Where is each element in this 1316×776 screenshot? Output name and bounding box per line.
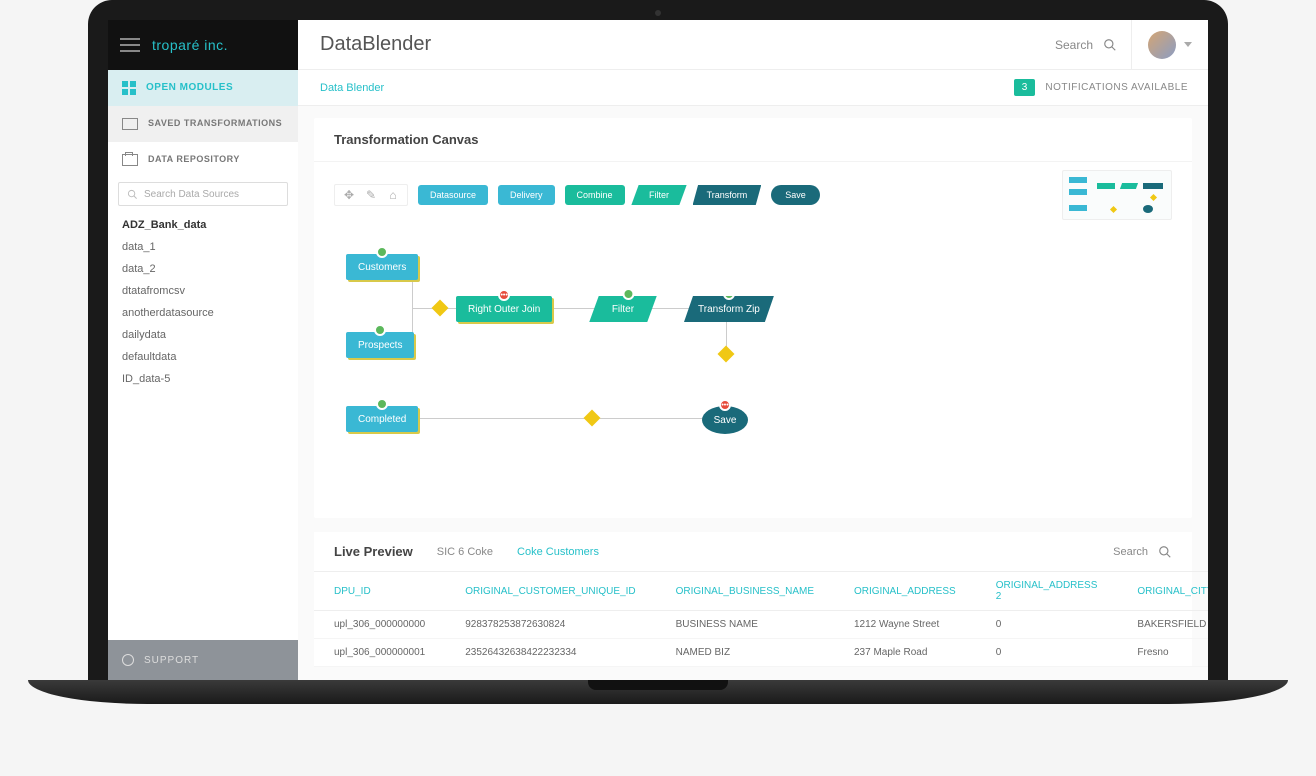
search-icon <box>1103 38 1117 52</box>
preview-title: Live Preview <box>334 544 413 559</box>
check-icon <box>623 288 635 300</box>
brand-logo: troparé inc. <box>152 37 228 53</box>
canvas-toolbar: ✥ ✎ ⌂ Datasource Delivery Combine Filter… <box>314 162 1192 228</box>
node-customers[interactable]: Customers <box>346 254 418 280</box>
bulb-icon <box>122 654 134 666</box>
col-header[interactable]: ORIGINAL_ADDRESS 2 <box>976 572 1118 611</box>
canvas-title: Transformation Canvas <box>314 118 1192 162</box>
notification-label: NOTIFICATIONS AVAILABLE <box>1045 82 1188 93</box>
preview-header: Live Preview SIC 6 Coke Coke Customers S… <box>314 532 1192 571</box>
toolbar-datasource[interactable]: Datasource <box>418 185 488 205</box>
node-completed[interactable]: Completed <box>346 406 418 432</box>
preview-search[interactable]: Search <box>1113 545 1172 559</box>
support-button[interactable]: SUPPORT <box>108 640 298 680</box>
data-item[interactable]: ADZ_Bank_data <box>122 214 284 236</box>
repo-label: DATA REPOSITORY <box>148 154 240 166</box>
open-modules-button[interactable]: OPEN MODULES <box>108 70 298 106</box>
home-icon[interactable]: ⌂ <box>387 189 399 201</box>
transformation-graph[interactable]: Customers Prospects Completed <box>314 228 1192 518</box>
subheader: OPEN MODULES Data Blender 3 NOTIFICATION… <box>108 70 1208 106</box>
table-row[interactable]: upl_306_000000000 928378253872630824 BUS… <box>314 611 1208 639</box>
preview-card: Live Preview SIC 6 Coke Coke Customers S… <box>314 532 1192 667</box>
move-icon[interactable]: ✥ <box>343 189 355 201</box>
saved-transformations-section[interactable]: SAVED TRANSFORMATIONS <box>108 106 298 142</box>
menu-icon[interactable] <box>120 38 140 52</box>
canvas-card: Transformation Canvas ✥ ✎ ⌂ Datasource D… <box>314 118 1192 518</box>
check-icon <box>376 398 388 410</box>
user-menu[interactable] <box>1131 20 1208 69</box>
global-search[interactable]: Search <box>1055 38 1131 52</box>
node-prospects[interactable]: Prospects <box>346 332 414 358</box>
diamond-connector <box>432 300 449 317</box>
toolbar-transform[interactable]: Transform <box>693 185 762 205</box>
page-title: DataBlender <box>298 33 1055 56</box>
data-item[interactable]: data_1 <box>122 236 284 258</box>
toolbar-delivery[interactable]: Delivery <box>498 185 555 205</box>
data-item[interactable]: defaultdata <box>122 346 284 368</box>
folder-icon <box>122 154 138 166</box>
data-search-input[interactable]: Search Data Sources <box>118 182 288 206</box>
node-filter[interactable]: Filter <box>589 296 657 322</box>
save-icon <box>122 118 138 130</box>
table-row[interactable]: upl_306_000000001 23526432638422232334 N… <box>314 639 1208 667</box>
check-icon <box>376 246 388 258</box>
toolbar-save[interactable]: Save <box>771 185 820 205</box>
notification-count: 3 <box>1014 79 1036 96</box>
diamond-connector <box>584 410 601 427</box>
chevron-down-icon <box>1184 42 1192 47</box>
preview-tab-2[interactable]: Coke Customers <box>517 546 599 558</box>
preview-table: DPU_ID ORIGINAL_CUSTOMER_UNIQUE_ID ORIGI… <box>314 571 1208 667</box>
data-item[interactable]: ID_data-5 <box>122 368 284 390</box>
edit-icon[interactable]: ✎ <box>365 189 377 201</box>
col-header[interactable]: DPU_ID <box>314 572 445 611</box>
search-icon <box>1158 545 1172 559</box>
data-item[interactable]: anotherdatasource <box>122 302 284 324</box>
avatar <box>1148 31 1176 59</box>
data-item[interactable]: data_2 <box>122 258 284 280</box>
main-content: Transformation Canvas ✥ ✎ ⌂ Datasource D… <box>298 106 1208 680</box>
breadcrumb[interactable]: Data Blender <box>298 82 1014 94</box>
laptop-camera <box>655 10 661 16</box>
search-placeholder: Search Data Sources <box>144 189 239 200</box>
error-icon: ••• <box>719 399 731 411</box>
data-repository-section[interactable]: DATA REPOSITORY <box>108 142 298 178</box>
node-transform[interactable]: Transform Zip <box>684 296 774 322</box>
col-header[interactable]: ORIGINAL_ADDRESS <box>834 572 976 611</box>
col-header[interactable]: ORIGINAL_CUSTOMER_UNIQUE_ID <box>445 572 655 611</box>
grid-icon <box>122 81 136 95</box>
saved-label: SAVED TRANSFORMATIONS <box>148 118 282 130</box>
table-header-row: DPU_ID ORIGINAL_CUSTOMER_UNIQUE_ID ORIGI… <box>314 572 1208 611</box>
check-icon <box>723 288 735 300</box>
node-join[interactable]: ••• Right Outer Join <box>456 296 552 322</box>
support-label: SUPPORT <box>144 655 199 666</box>
notifications[interactable]: 3 NOTIFICATIONS AVAILABLE <box>1014 79 1208 96</box>
check-icon <box>374 324 386 336</box>
node-save[interactable]: ••• Save <box>702 406 748 434</box>
data-source-list: ADZ_Bank_data data_1 data_2 dtatafromcsv… <box>108 214 298 390</box>
col-header[interactable]: ORIGINAL_BUSINESS_NAME <box>656 572 834 611</box>
topbar: troparé inc. DataBlender Search <box>108 20 1208 70</box>
minimap[interactable] <box>1062 170 1172 220</box>
error-icon: ••• <box>498 289 510 301</box>
topbar-left: troparé inc. <box>108 20 298 70</box>
search-icon <box>127 189 138 200</box>
search-label: Search <box>1055 38 1093 52</box>
data-item[interactable]: dtatafromcsv <box>122 280 284 302</box>
toolbar-combine[interactable]: Combine <box>565 185 625 205</box>
open-modules-label: OPEN MODULES <box>146 82 233 93</box>
sidebar: SAVED TRANSFORMATIONS DATA REPOSITORY Se… <box>108 106 298 680</box>
preview-tab-1[interactable]: SIC 6 Coke <box>437 546 493 558</box>
toolbar-filter[interactable]: Filter <box>631 185 686 205</box>
diamond-connector <box>718 346 735 363</box>
canvas-tools: ✥ ✎ ⌂ <box>334 184 408 206</box>
data-item[interactable]: dailydata <box>122 324 284 346</box>
col-header[interactable]: ORIGINAL_CITY <box>1117 572 1208 611</box>
connector <box>412 418 588 419</box>
